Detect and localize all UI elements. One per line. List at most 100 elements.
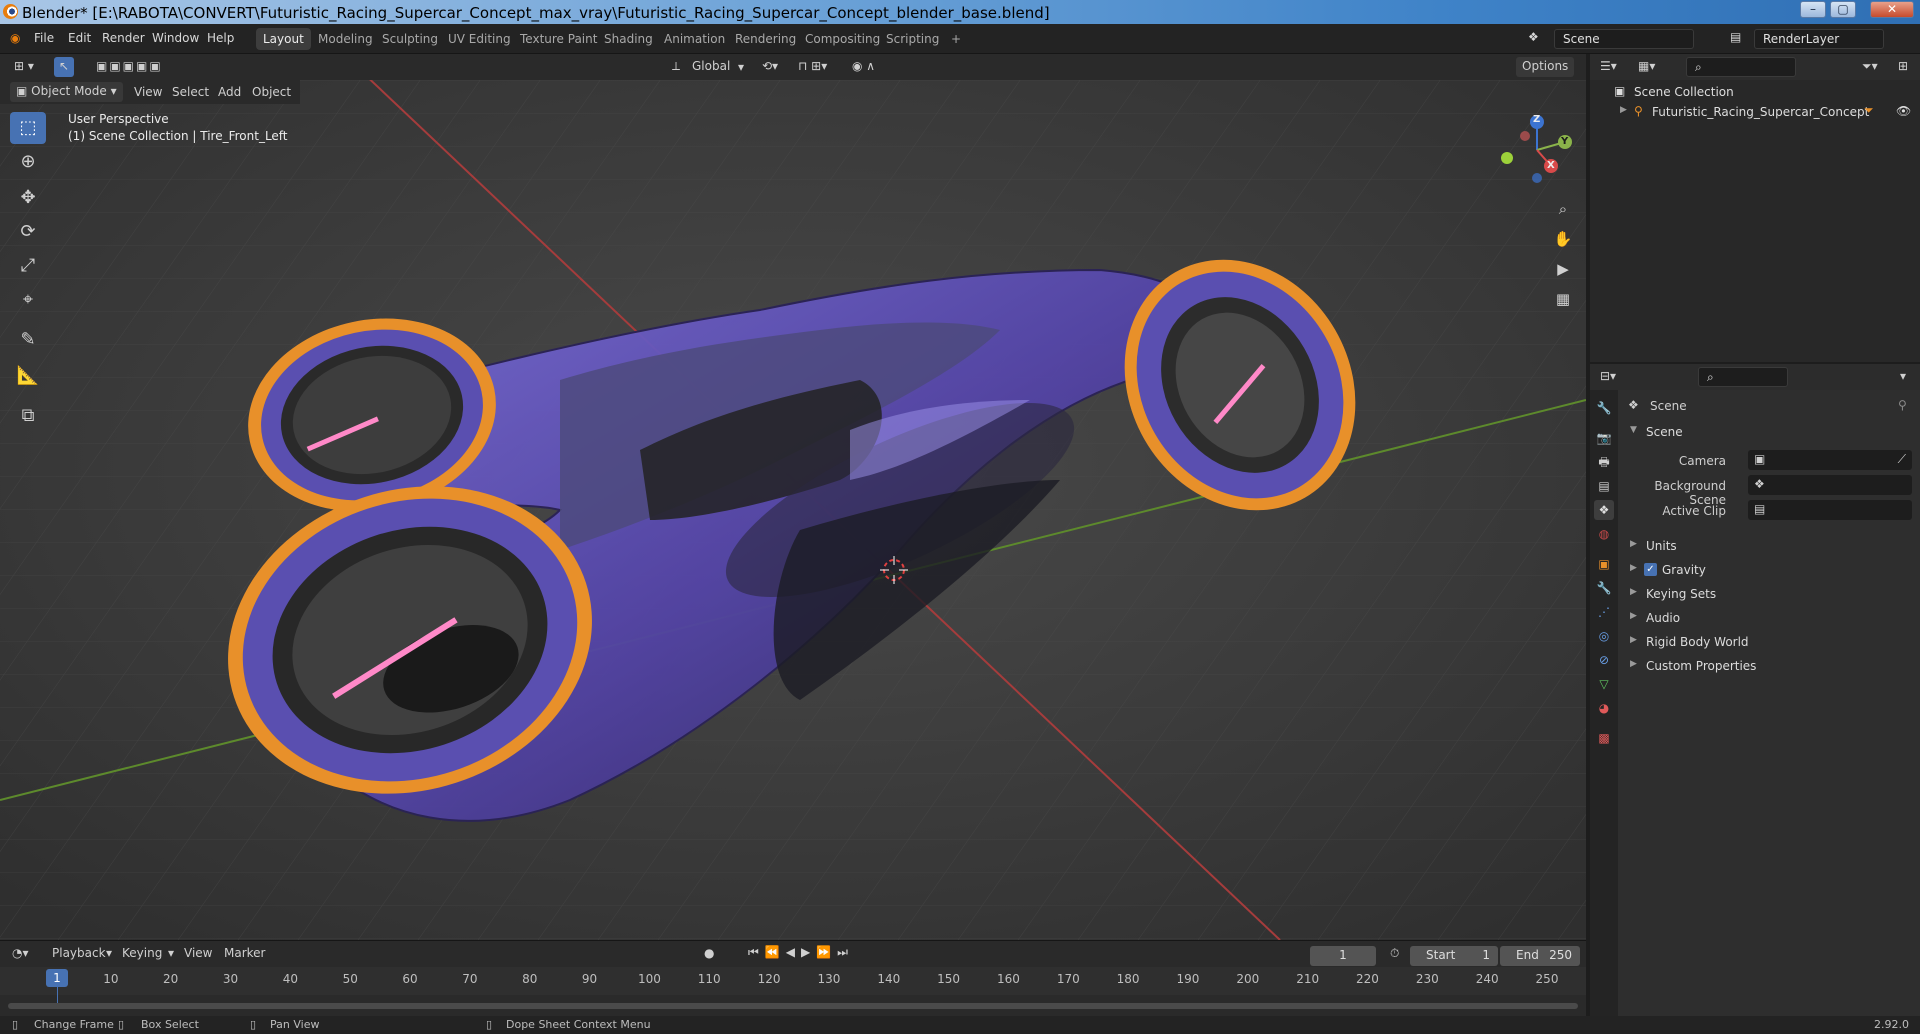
physics-tab-icon[interactable]: ◎ [1594, 626, 1614, 646]
pivot-icon[interactable]: ⟲▾ [756, 57, 784, 77]
camera-view-icon[interactable]: ▶ [1550, 256, 1576, 282]
move-tool-icon[interactable]: ✥ [10, 182, 46, 214]
scene-selector-icon[interactable]: ❖ [1528, 30, 1539, 44]
view-menu[interactable]: View [134, 85, 162, 99]
active-clip-field[interactable]: ▤ [1748, 500, 1912, 520]
frame-cursor[interactable]: 1 [46, 969, 68, 987]
object-mode-dropdown[interactable]: ▣ Object Mode ▾ [10, 82, 123, 102]
menu-window[interactable]: Window [152, 31, 199, 45]
gizmo-y-label[interactable]: Y [1561, 136, 1568, 147]
filter-icon[interactable]: ⏷▾ [1862, 59, 1878, 74]
audio-panel[interactable]: ▶ Audio [1626, 608, 1916, 628]
outliner-editor-type-icon[interactable]: ☰▾ [1600, 59, 1617, 73]
cursor-tool-icon[interactable]: ⊕ [10, 146, 46, 178]
scale-tool-icon[interactable]: ⤢ [10, 250, 46, 282]
tab-shading[interactable]: Shading [597, 28, 660, 50]
blender-menu-icon[interactable]: ◉ [10, 31, 20, 45]
menu-edit[interactable]: Edit [68, 31, 91, 45]
view-layer-icon[interactable]: ▤ [1730, 30, 1741, 44]
add-menu[interactable]: Add [218, 85, 241, 99]
timeline-view-menu[interactable]: View [184, 946, 212, 960]
minimize-button[interactable]: – [1800, 1, 1826, 18]
particles-tab-icon[interactable]: ⋰ [1594, 602, 1614, 622]
data-tab-icon[interactable]: ▽ [1594, 674, 1614, 694]
object-menu[interactable]: Object [252, 85, 291, 99]
output-tab-icon[interactable]: 🖶 [1594, 452, 1614, 472]
scene-field[interactable]: Scene [1554, 29, 1694, 49]
camera-field[interactable]: ▣ ⟋ [1748, 450, 1912, 470]
background-scene-field[interactable]: ❖ [1748, 475, 1912, 495]
tab-sculpting[interactable]: Sculpting [375, 28, 445, 50]
playback-menu[interactable]: Playback [52, 946, 106, 960]
editor-type-icon[interactable]: ⊞ ▾ [8, 57, 40, 77]
world-tab-icon[interactable]: ◍ [1594, 524, 1614, 544]
tab-uv-editing[interactable]: UV Editing [441, 28, 518, 50]
texture-tab-icon[interactable]: ▩ [1594, 728, 1614, 748]
visibility-eye-icon[interactable]: 👁 [1896, 104, 1911, 118]
units-panel[interactable]: ▶ Units [1626, 536, 1916, 556]
zoom-icon[interactable]: ⌕ [1550, 196, 1576, 222]
pan-hand-icon[interactable]: ✋ [1550, 226, 1576, 252]
custom-properties-panel[interactable]: ▶ Custom Properties [1626, 656, 1916, 676]
expand-chevron-icon[interactable]: ▶ [1620, 105, 1627, 115]
tool-tab-icon[interactable]: 🔧 [1594, 398, 1614, 418]
select-mode-icon[interactable]: ↖ [54, 57, 75, 77]
annotate-tool-icon[interactable]: ✎ [10, 324, 46, 356]
add-cube-tool-icon[interactable]: ⧉ [10, 400, 46, 432]
add-workspace-button[interactable]: + [944, 28, 968, 50]
outliner-search-input[interactable]: ⌕ [1686, 57, 1796, 77]
marker-menu[interactable]: Marker [224, 946, 265, 960]
measure-tool-icon[interactable]: 📐 [10, 360, 46, 392]
tab-scripting[interactable]: Scripting [879, 28, 946, 50]
menu-render[interactable]: Render [102, 31, 145, 45]
close-button[interactable]: ✕ [1870, 1, 1914, 18]
ortho-grid-icon[interactable]: ▦ [1550, 286, 1576, 312]
rotate-tool-icon[interactable]: ⟳ [10, 216, 46, 248]
tab-compositing[interactable]: Compositing [798, 28, 887, 50]
timeline-scrollbar[interactable] [8, 1003, 1578, 1009]
render-tab-icon[interactable]: 📷 [1594, 428, 1614, 448]
display-mode-icon[interactable]: ▦▾ [1638, 59, 1655, 73]
view-layer-tab-icon[interactable]: ▤ [1594, 476, 1614, 496]
tab-rendering[interactable]: Rendering [728, 28, 803, 50]
pin-icon[interactable]: ⚲ [1898, 398, 1907, 412]
current-frame-field[interactable]: 1 [1310, 946, 1376, 966]
start-frame-field[interactable]: Start 1 [1410, 946, 1498, 966]
properties-search-input[interactable]: ⌕ [1698, 367, 1788, 387]
properties-editor-type-icon[interactable]: ⊟▾ [1600, 369, 1616, 383]
eyedropper-icon[interactable]: ⟋ [1898, 452, 1906, 467]
select-box-tool-icon[interactable]: ⬚ [10, 112, 46, 144]
outliner-row-object[interactable]: ▶ ⚲ Futuristic_Racing_Supercar_Concept ⏷… [1590, 102, 1920, 122]
timeline-editor-type-icon[interactable]: ◔▾ [12, 946, 29, 960]
record-icon[interactable]: ● [704, 946, 714, 960]
end-frame-field[interactable]: End 250 [1500, 946, 1580, 966]
tab-layout[interactable]: Layout [256, 28, 311, 50]
renderlayer-field[interactable]: RenderLayer [1754, 29, 1884, 49]
outliner-row-scene-collection[interactable]: ▣ Scene Collection [1590, 82, 1920, 102]
snap-icon[interactable]: ⊓ ⊞▾ [792, 57, 833, 77]
keying-menu[interactable]: Keying [122, 946, 162, 960]
clock-icon[interactable]: ⏱ [1390, 946, 1399, 961]
tab-animation[interactable]: Animation [657, 28, 732, 50]
modifier-tab-icon[interactable]: 🔧 [1594, 578, 1614, 598]
object-data-filter-icon[interactable]: ⏷ [1864, 103, 1874, 118]
tab-modeling[interactable]: Modeling [311, 28, 380, 50]
gravity-panel[interactable]: ▶ ✓ Gravity [1626, 560, 1916, 580]
keying-sets-panel[interactable]: ▶ Keying Sets [1626, 584, 1916, 604]
menu-help[interactable]: Help [207, 31, 234, 45]
selection-mode-icons[interactable]: ▣▣▣▣▣ [90, 57, 169, 77]
constraints-tab-icon[interactable]: ⊘ [1594, 650, 1614, 670]
orientation-dropdown[interactable]: Global [686, 57, 736, 77]
gizmo-z-label[interactable]: Z [1533, 114, 1540, 125]
gizmo-x-label[interactable]: X [1547, 160, 1555, 171]
new-collection-icon[interactable]: ⊞ [1898, 59, 1908, 73]
tab-texture-paint[interactable]: Texture Paint [513, 28, 604, 50]
object-tab-icon[interactable]: ▣ [1594, 554, 1614, 574]
menu-file[interactable]: File [34, 31, 54, 45]
proportional-edit-icon[interactable]: ◉ ∧ [846, 57, 881, 77]
3d-viewport[interactable]: User Perspective (1) Scene Collection | … [0, 80, 1586, 940]
playback-controls-icons[interactable]: ⏮⏪◀▶⏩⏭ [748, 945, 854, 960]
scene-panel-header[interactable]: ▼ Scene [1626, 422, 1916, 442]
transform-tool-icon[interactable]: ⌖ [10, 284, 46, 316]
gravity-checkbox[interactable]: ✓ [1644, 563, 1657, 576]
